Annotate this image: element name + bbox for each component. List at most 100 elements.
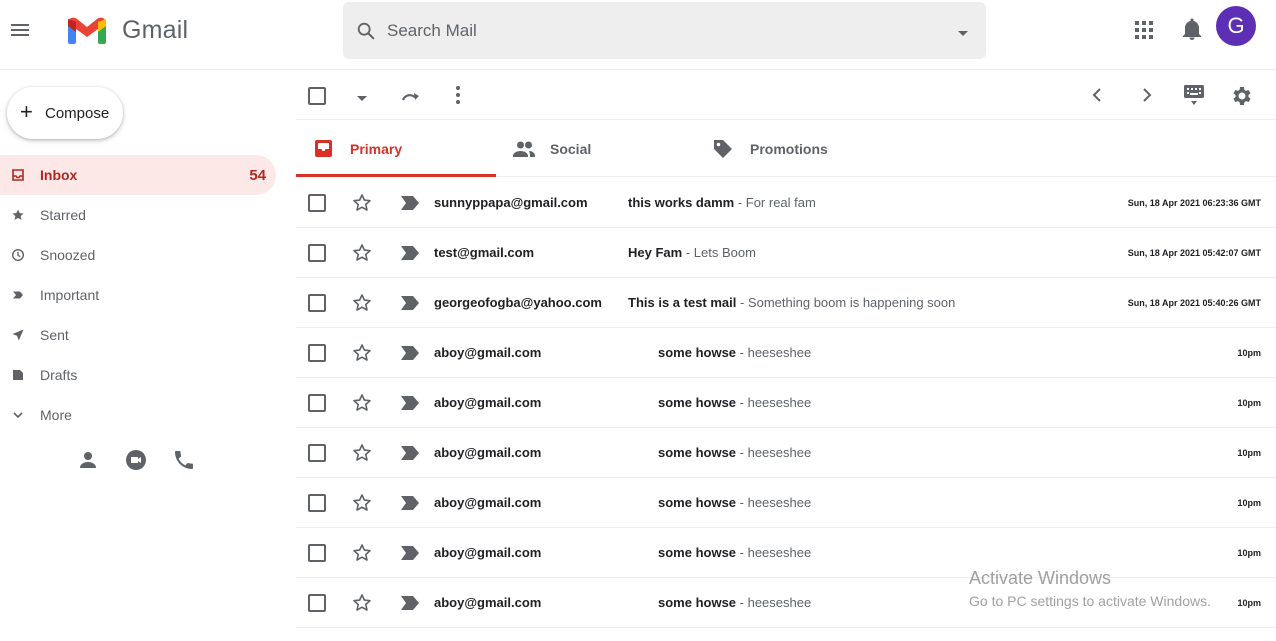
important-marker-icon[interactable] — [401, 296, 419, 310]
sidebar-item-inbox[interactable]: Inbox 54 — [0, 155, 276, 195]
app-name: Gmail — [122, 16, 189, 44]
settings-gear-icon[interactable] — [1230, 84, 1254, 108]
star-icon[interactable] — [352, 443, 372, 463]
clock-icon — [11, 248, 25, 262]
row-checkbox[interactable] — [308, 294, 326, 312]
email-subject: some howse — [658, 445, 737, 460]
search-input[interactable] — [387, 16, 927, 46]
video-icon[interactable] — [124, 448, 148, 472]
important-marker-icon[interactable] — [401, 246, 419, 260]
main-menu-icon[interactable] — [8, 18, 32, 42]
search-bar[interactable] — [343, 2, 986, 59]
sidebar-item-important[interactable]: Important — [0, 275, 276, 315]
sidebar-item-label: Inbox — [40, 167, 78, 183]
star-icon[interactable] — [352, 393, 372, 413]
search-options-dropdown-icon[interactable] — [956, 26, 970, 36]
email-row[interactable]: aboy@gmail.com some howse - heeseshee 10… — [296, 428, 1276, 478]
email-subject: some howse — [658, 345, 737, 360]
email-row[interactable]: aboy@gmail.com some howse - heeseshee 10… — [296, 528, 1276, 578]
email-row[interactable]: aboy@gmail.com some howse - heeseshee 10… — [296, 478, 1276, 528]
email-row[interactable]: aboy@gmail.com some howse - heeseshee 10… — [296, 378, 1276, 428]
tab-label: Primary — [350, 141, 403, 157]
star-icon[interactable] — [352, 193, 372, 213]
important-marker-icon[interactable] — [401, 496, 419, 510]
email-row[interactable]: test@gmail.com Hey Fam - Lets Boom Sun, … — [296, 228, 1276, 278]
email-row[interactable]: aboy@gmail.com some howse - heeseshee 10… — [296, 578, 1276, 628]
select-all-checkbox[interactable] — [308, 87, 326, 105]
email-snippet: - Something boom is happening soon — [736, 295, 956, 310]
search-icon[interactable] — [355, 20, 377, 42]
sidebar-item-sent[interactable]: Sent — [0, 315, 276, 355]
keyboard-icon[interactable] — [1182, 82, 1206, 108]
notifications-bell-icon[interactable] — [1181, 18, 1203, 42]
row-checkbox[interactable] — [308, 594, 326, 612]
more-vert-icon[interactable] — [448, 85, 468, 105]
select-dropdown-icon[interactable] — [355, 91, 369, 101]
email-time: Sun, 18 Apr 2021 06:23:36 GMT — [1127, 198, 1261, 208]
email-snippet: - heeseshee — [736, 545, 812, 560]
email-sender: georgeofogba@yahoo.com — [434, 295, 602, 310]
email-sender: sunnyppapa@gmail.com — [434, 195, 588, 210]
sidebar-item-more[interactable]: More — [0, 395, 276, 435]
email-subject: some howse — [658, 395, 737, 410]
draft-icon — [11, 368, 25, 382]
tab-primary[interactable]: Primary — [296, 120, 496, 177]
email-sender: aboy@gmail.com — [434, 345, 542, 360]
star-icon[interactable] — [352, 293, 372, 313]
email-subject-line: Hey Fam - Lets Boom — [628, 245, 756, 260]
sidebar-item-starred[interactable]: Starred — [0, 195, 276, 235]
row-checkbox[interactable] — [308, 344, 326, 362]
sidebar-item-label: More — [40, 407, 72, 423]
star-icon[interactable] — [352, 343, 372, 363]
email-row[interactable]: aboy@gmail.com some howse - heeseshee 10… — [296, 328, 1276, 378]
row-checkbox[interactable] — [308, 494, 326, 512]
plus-icon: + — [20, 99, 33, 124]
tag-icon — [712, 138, 734, 160]
phone-icon[interactable] — [172, 448, 196, 472]
important-marker-icon[interactable] — [401, 446, 419, 460]
row-checkbox[interactable] — [308, 194, 326, 212]
row-checkbox[interactable] — [308, 244, 326, 262]
email-subject-line: some howse - heeseshee — [658, 545, 811, 560]
important-marker-icon[interactable] — [401, 346, 419, 360]
email-row[interactable]: georgeofogba@yahoo.com This is a test ma… — [296, 278, 1276, 328]
label-important-icon — [11, 288, 25, 302]
inbox-icon — [313, 138, 335, 160]
star-icon[interactable] — [352, 243, 372, 263]
chevron-right-icon[interactable] — [1136, 85, 1156, 105]
sidebar-item-label: Snoozed — [40, 247, 96, 263]
sidebar-item-snoozed[interactable]: Snoozed — [0, 235, 276, 275]
email-snippet: - heeseshee — [736, 395, 812, 410]
important-marker-icon[interactable] — [401, 196, 419, 210]
email-time: 10pm — [1237, 348, 1261, 358]
email-toolbar — [296, 72, 1276, 118]
sidebar-item-drafts[interactable]: Drafts — [0, 355, 276, 395]
email-subject: some howse — [658, 545, 737, 560]
star-icon[interactable] — [352, 493, 372, 513]
sidebar-nav: Inbox 54 Starred Snoozed Important Sent … — [0, 155, 276, 435]
email-sender: aboy@gmail.com — [434, 595, 542, 610]
tab-promotions[interactable]: Promotions — [696, 120, 896, 177]
tab-social[interactable]: Social — [496, 120, 696, 177]
row-checkbox[interactable] — [308, 544, 326, 562]
refresh-icon[interactable] — [399, 85, 423, 109]
compose-button[interactable]: + Compose — [7, 87, 123, 139]
inbox-icon — [11, 168, 25, 182]
important-marker-icon[interactable] — [401, 396, 419, 410]
send-icon — [11, 328, 25, 342]
star-icon[interactable] — [352, 593, 372, 613]
important-marker-icon[interactable] — [401, 546, 419, 560]
apps-grid-icon[interactable] — [1134, 20, 1154, 40]
row-checkbox[interactable] — [308, 444, 326, 462]
chevron-left-icon[interactable] — [1088, 85, 1108, 105]
person-icon[interactable] — [76, 448, 100, 472]
email-snippet: - For real fam — [734, 195, 816, 210]
tab-label: Social — [550, 141, 592, 157]
account-avatar[interactable]: G — [1216, 6, 1256, 46]
email-row[interactable]: sunnyppapa@gmail.com this works damm - F… — [296, 178, 1276, 228]
gmail-logo-icon[interactable] — [66, 14, 108, 46]
star-icon[interactable] — [352, 543, 372, 563]
row-checkbox[interactable] — [308, 394, 326, 412]
important-marker-icon[interactable] — [401, 596, 419, 610]
email-sender: aboy@gmail.com — [434, 495, 542, 510]
